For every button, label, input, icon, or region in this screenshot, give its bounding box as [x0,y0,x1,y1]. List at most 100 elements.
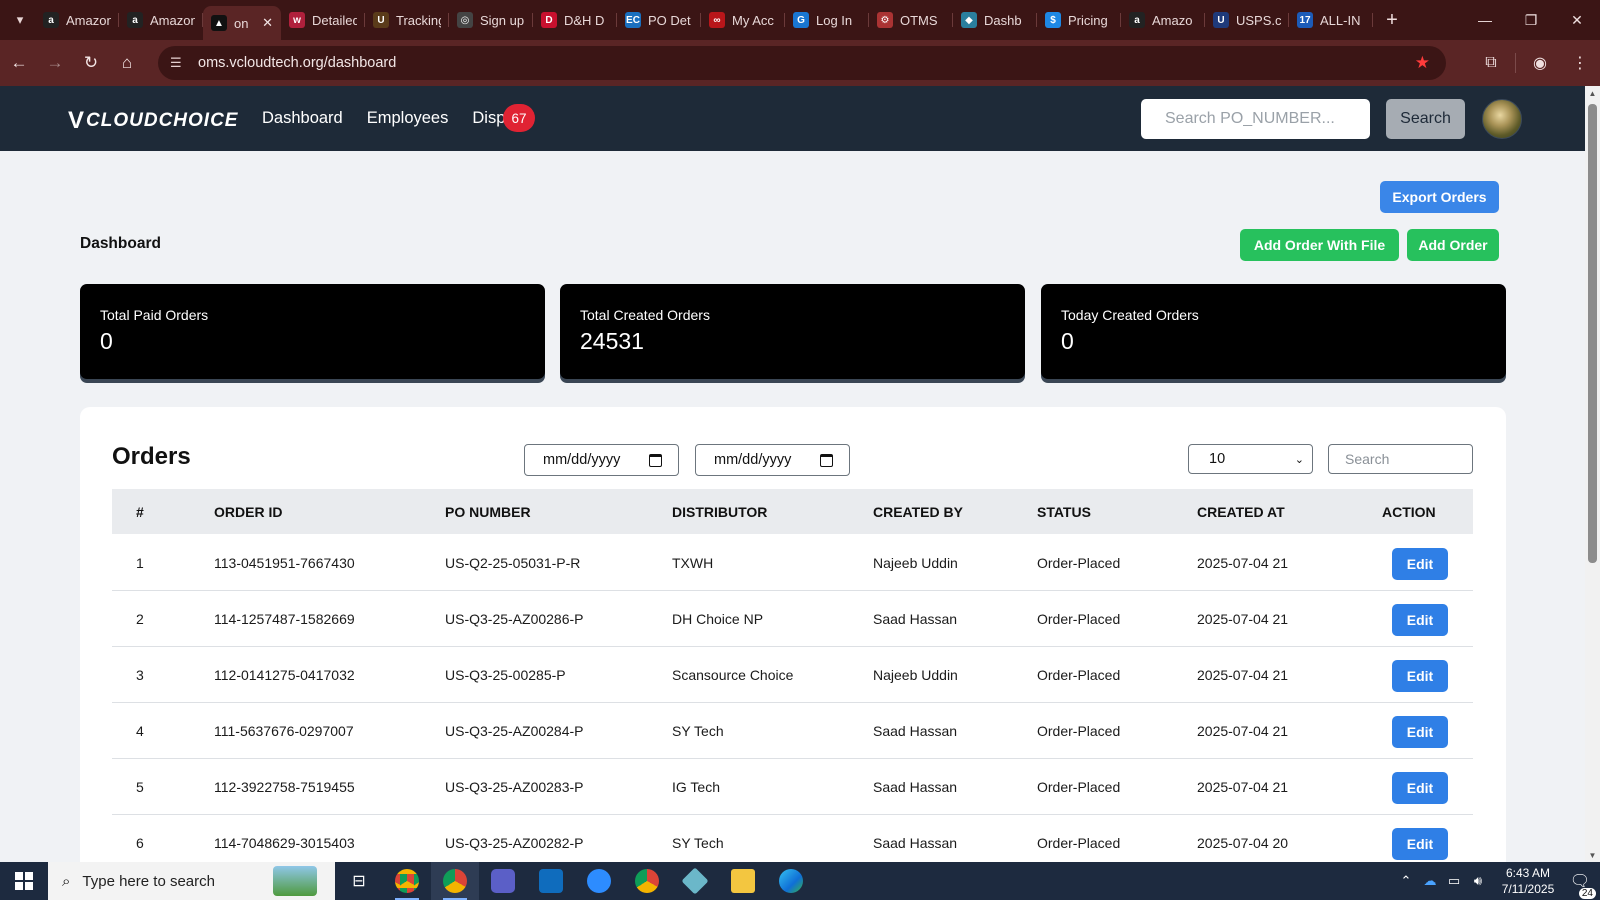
calendar-icon[interactable] [820,453,833,467]
start-button[interactable] [0,862,48,900]
show-hidden-icons-icon[interactable]: ⌃ [1394,873,1418,889]
orders-title: Orders [112,443,191,470]
browser-tab[interactable]: ▲ on ✕ [203,6,281,40]
edit-order-button[interactable]: Edit [1392,772,1448,804]
col-header-created-by[interactable]: CREATED BY [873,489,963,534]
browser-tab[interactable]: G Log In [785,4,869,36]
browser-tab[interactable]: EC PO Det [617,4,701,36]
browser-tab[interactable]: a Amazon [119,4,203,36]
disputes-count-badge[interactable]: 67 [503,104,535,132]
browser-tab[interactable]: ◎ Sign up [449,4,533,36]
menu-kebab-icon[interactable]: ⋮ [1560,46,1600,80]
bookmark-star-icon[interactable]: ★ [1415,53,1430,73]
browser-tab[interactable]: ∞ My Acc [701,4,785,36]
add-order-with-file-button[interactable]: Add Order With File [1240,229,1399,261]
browser-tab[interactable]: U Tracking [365,4,449,36]
chrome-app-icon[interactable] [383,862,431,900]
profile-icon[interactable]: ◉ [1520,46,1560,80]
edit-order-button[interactable]: Edit [1392,828,1448,860]
browser-tab[interactable]: w Detailed [281,4,365,36]
notifications-icon[interactable]: 🗨︎ 24 [1560,871,1600,899]
windows-logo-icon [15,872,33,890]
brand-logo[interactable]: V CLOUDCHOICE [68,107,238,135]
edit-order-button[interactable]: Edit [1392,716,1448,748]
tab-title: Detailed [312,12,357,28]
col-header-index[interactable]: # [136,489,144,534]
restore-icon[interactable]: ❐ [1508,0,1554,40]
page-scrollbar[interactable]: ▲ ▼ [1585,86,1600,862]
scroll-down-icon[interactable]: ▼ [1585,848,1600,862]
zoom-app-icon[interactable] [575,862,623,900]
chrome-profile-app-icon[interactable] [431,862,479,900]
user-avatar[interactable] [1482,99,1522,139]
edge-app-icon[interactable] [767,862,815,900]
col-header-status[interactable]: STATUS [1037,489,1091,534]
brand-name: CLOUDCHOICE [86,110,239,131]
edit-order-button[interactable]: Edit [1392,548,1448,580]
po-number-search-input[interactable] [1141,99,1370,139]
table-search-input[interactable] [1328,444,1473,474]
network-icon[interactable]: ▭ [1442,873,1466,889]
tab-favicon-icon: w [289,12,305,28]
notifications-count: 24 [1578,888,1596,899]
forward-icon[interactable]: → [38,46,72,80]
onedrive-icon[interactable]: ☁ [1418,873,1442,889]
nav-link-dashboard[interactable]: Dashboard [262,109,343,128]
teams-app-icon[interactable] [479,862,527,900]
cell-created-at: 2025-07-04 21 [1197,554,1289,571]
cell-created-by: Saad Hassan [873,722,958,739]
app-diamond-icon[interactable] [671,862,719,900]
col-header-po-number[interactable]: PO NUMBER [445,489,531,534]
taskbar-search-box[interactable]: ⌕ Type here to search [48,862,335,900]
cell-order-id: 111-5637676-0297007 [214,722,354,739]
tab-title: PO Det [648,12,691,28]
po-search-button[interactable]: Search [1386,99,1465,139]
search-icon: ⌕ [62,872,71,890]
calendar-icon[interactable] [649,453,662,467]
scrollbar-thumb[interactable] [1588,104,1597,563]
scroll-up-icon[interactable]: ▲ [1585,86,1600,100]
browser-tab[interactable]: D D&H D [533,4,617,36]
system-clock[interactable]: 6:43 AM 7/11/2025 [1496,865,1560,897]
export-orders-button[interactable]: Export Orders [1380,181,1499,213]
col-header-created-at[interactable]: CREATED AT [1197,489,1285,534]
reload-icon[interactable]: ↻ [74,46,108,80]
volume-icon[interactable]: 🔊︎ [1466,873,1490,889]
cell-index: 4 [136,722,144,739]
nav-link-employees[interactable]: Employees [367,109,449,128]
browser-toolbar: ← → ↻ ⌂ ☰ oms.vcloudtech.org/dashboard ★… [0,40,1600,86]
tab-favicon-icon: D [541,12,557,28]
cell-po-number: US-Q2-25-05031-P-R [445,554,581,571]
browser-tab[interactable]: U USPS.c [1205,4,1289,36]
browser-tab[interactable]: a Amazo [1121,4,1205,36]
browser-tab[interactable]: ◆ Dashb [953,4,1037,36]
col-header-order-id[interactable]: ORDER ID [214,489,282,534]
minimize-icon[interactable]: — [1462,0,1508,40]
chrome-alt-app-icon[interactable] [623,862,671,900]
start-date-input[interactable]: mm/dd/yyyy [524,444,679,476]
browser-tab[interactable]: ⚙ OTMS [869,4,953,36]
address-bar[interactable]: ☰ oms.vcloudtech.org/dashboard ★ [158,46,1446,80]
extensions-icon[interactable]: ⧉ [1471,46,1511,80]
browser-tab[interactable]: 17 ALL-IN [1289,4,1373,36]
file-explorer-icon[interactable] [719,862,767,900]
cell-po-number: US-Q3-25-AZ00286-P [445,610,584,627]
outlook-app-icon[interactable] [527,862,575,900]
back-icon[interactable]: ← [2,46,36,80]
edit-order-button[interactable]: Edit [1392,604,1448,636]
add-order-button[interactable]: Add Order [1407,229,1499,261]
close-window-icon[interactable]: ✕ [1554,0,1600,40]
end-date-input[interactable]: mm/dd/yyyy [695,444,850,476]
task-view-icon[interactable]: ⊟ [335,862,383,900]
tab-favicon-icon: 17 [1297,12,1313,28]
new-tab-button[interactable]: + [1377,6,1407,34]
edit-order-button[interactable]: Edit [1392,660,1448,692]
page-size-select[interactable]: 10 ⌄ [1188,444,1313,474]
col-header-distributor[interactable]: DISTRIBUTOR [672,489,767,534]
home-icon[interactable]: ⌂ [110,46,144,80]
browser-tab[interactable]: $ Pricing [1037,4,1121,36]
browser-tab[interactable]: a Amazon [35,4,119,36]
close-tab-icon[interactable]: ✕ [262,15,273,31]
site-info-icon[interactable]: ☰ [170,55,186,71]
tab-search-menu-icon[interactable]: ▾ [5,6,35,34]
